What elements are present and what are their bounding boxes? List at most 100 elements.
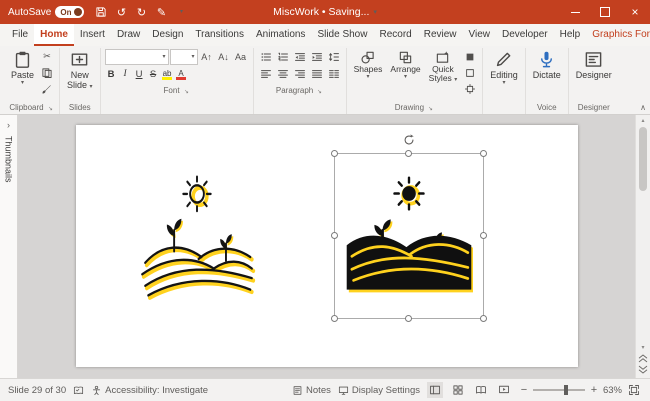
line-spacing-button[interactable] (326, 49, 342, 64)
align-center-button[interactable] (275, 66, 291, 81)
tab-home[interactable]: Home (34, 24, 74, 46)
shrink-font-button[interactable]: A↓ (216, 50, 232, 65)
tab-help[interactable]: Help (554, 24, 587, 46)
strikethrough-button[interactable]: S (147, 67, 160, 81)
spelling-button[interactable] (73, 385, 84, 396)
justify-button[interactable] (309, 66, 325, 81)
cut-button[interactable]: ✂ (39, 49, 55, 64)
change-case-button[interactable]: Aa (233, 50, 249, 65)
dialog-launcher-icon[interactable] (316, 88, 323, 95)
decrease-indent-button[interactable] (292, 49, 308, 64)
slide-canvas[interactable] (18, 115, 635, 378)
farm-graphic-selected[interactable] (345, 175, 473, 297)
arrange-button[interactable]: Arrange ▾ (387, 49, 423, 81)
tab-developer[interactable]: Developer (496, 24, 554, 46)
slide-sorter-view-button[interactable] (450, 382, 466, 398)
align-left-button[interactable] (258, 66, 274, 81)
shapes-button[interactable]: Shapes ▾ (351, 49, 386, 81)
text-highlight-button[interactable]: ab (161, 67, 174, 81)
shape-effects-button[interactable] (462, 81, 478, 96)
resize-handle-top[interactable] (405, 150, 412, 157)
resize-handle-left[interactable] (331, 232, 338, 239)
format-painter-button[interactable] (39, 81, 55, 96)
reading-view-button[interactable] (473, 382, 489, 398)
tab-transitions[interactable]: Transitions (189, 24, 250, 46)
tab-graphics-format[interactable]: Graphics Format (586, 24, 650, 46)
font-size-input[interactable]: ▾ (170, 49, 198, 65)
tab-design[interactable]: Design (146, 24, 189, 46)
italic-button[interactable]: I (119, 67, 132, 81)
fit-slide-button[interactable] (626, 382, 642, 398)
align-right-button[interactable] (292, 66, 308, 81)
scrollbar-thumb[interactable] (639, 127, 647, 191)
dictate-button[interactable]: Dictate (530, 49, 564, 81)
autosave-toggle[interactable]: AutoSave On (8, 6, 84, 18)
slide-indicator[interactable]: Slide 29 of 30 (8, 385, 66, 396)
autosave-switch[interactable]: On (55, 6, 84, 18)
document-title[interactable]: MiscWork • Saving... ▾ (273, 6, 377, 18)
bold-button[interactable]: B (105, 67, 118, 81)
zoom-slider-knob[interactable] (564, 385, 568, 395)
zoom-out-button[interactable]: − (519, 384, 529, 396)
rotate-handle[interactable] (402, 133, 416, 147)
designer-button[interactable]: Designer (573, 49, 615, 81)
new-slide-button[interactable]: New Slide ▾ (64, 49, 96, 92)
numbering-button[interactable] (275, 49, 291, 64)
next-slide-button[interactable] (637, 364, 649, 376)
editing-button[interactable]: Editing ▾ (487, 49, 521, 87)
font-name-input[interactable]: ▾ (105, 49, 169, 65)
dialog-launcher-icon[interactable] (427, 105, 434, 112)
expand-thumbnails-icon[interactable]: › (7, 120, 10, 130)
zoom-slider[interactable] (533, 389, 585, 391)
bullets-button[interactable] (258, 49, 274, 64)
tab-view[interactable]: View (463, 24, 497, 46)
close-button[interactable]: × (620, 0, 650, 24)
tab-insert[interactable]: Insert (74, 24, 111, 46)
ink-button[interactable]: ✎ (152, 2, 170, 22)
scroll-up-button[interactable]: ▴ (641, 117, 644, 125)
resize-handle-top-right[interactable] (480, 150, 487, 157)
resize-handle-bottom-right[interactable] (480, 315, 487, 322)
tab-review[interactable]: Review (418, 24, 463, 46)
font-color-button[interactable]: A (175, 67, 188, 81)
quick-styles-button[interactable]: Quick Styles ▾ (426, 49, 461, 85)
tab-slide-show[interactable]: Slide Show (311, 24, 373, 46)
underline-button[interactable]: U (133, 67, 146, 81)
zoom-level[interactable]: 63% (603, 385, 622, 396)
columns-button[interactable] (326, 66, 342, 81)
scroll-down-button[interactable]: ▾ (641, 344, 644, 352)
resize-handle-bottom[interactable] (405, 315, 412, 322)
normal-view-button[interactable] (427, 382, 443, 398)
vertical-scrollbar[interactable]: ▴ ▾ (635, 115, 650, 378)
save-button[interactable] (92, 2, 110, 22)
grow-font-button[interactable]: A↑ (199, 50, 215, 65)
dialog-launcher-icon[interactable] (47, 105, 54, 112)
tab-file[interactable]: File (6, 24, 34, 46)
thumbnails-pane[interactable]: › Thumbnails (0, 115, 18, 378)
increase-indent-button[interactable] (309, 49, 325, 64)
display-settings-button[interactable]: Display Settings (338, 385, 420, 396)
restore-button[interactable] (590, 0, 620, 24)
notes-button[interactable]: Notes (292, 385, 331, 396)
zoom-in-button[interactable]: + (589, 384, 599, 396)
minimize-button[interactable] (560, 0, 590, 24)
dialog-launcher-icon[interactable] (183, 88, 190, 95)
resize-handle-right[interactable] (480, 232, 487, 239)
tab-animations[interactable]: Animations (250, 24, 311, 46)
shape-fill-button[interactable] (462, 49, 478, 64)
farm-graphic-outline[interactable] (136, 169, 258, 303)
previous-slide-button[interactable] (637, 352, 649, 364)
selection-box[interactable] (334, 153, 484, 319)
resize-handle-top-left[interactable] (331, 150, 338, 157)
accessibility-checker[interactable]: Accessibility: Investigate (91, 385, 208, 396)
paste-button[interactable]: Paste ▾ (8, 49, 37, 87)
shape-outline-button[interactable] (462, 65, 478, 80)
resize-handle-bottom-left[interactable] (331, 315, 338, 322)
slide-show-button[interactable] (496, 382, 512, 398)
tab-draw[interactable]: Draw (111, 24, 146, 46)
undo-button[interactable]: ↺ (112, 2, 130, 22)
qat-customize-button[interactable]: ▾ (172, 2, 190, 22)
collapse-ribbon-button[interactable]: ∧ (640, 103, 646, 112)
copy-button[interactable] (39, 65, 55, 80)
slide[interactable] (76, 125, 578, 367)
